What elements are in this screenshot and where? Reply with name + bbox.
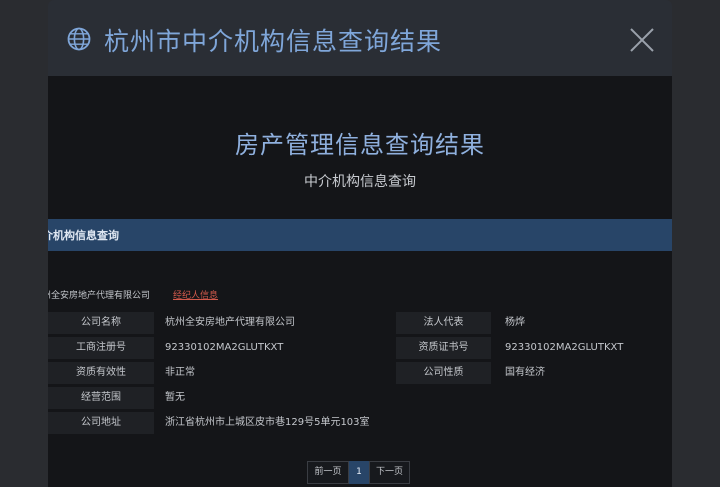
- label-legal-rep: 法人代表: [396, 312, 491, 334]
- agent-info-link[interactable]: 经纪人信息: [173, 288, 218, 301]
- modal-body: 房产管理信息查询结果 中介机构信息查询 介机构信息查询 州全安房地产代理有限公司…: [48, 76, 672, 487]
- main-title: 房产管理信息查询结果: [235, 131, 485, 159]
- backdrop-left: [0, 0, 48, 487]
- value-company-name: 杭州全安房地产代理有限公司: [165, 317, 295, 328]
- modal-title: 杭州市中介机构信息查询结果: [104, 27, 443, 56]
- value-company-type: 国有经济: [505, 367, 545, 378]
- globe-icon: [67, 27, 91, 51]
- sub-title: 中介机构信息查询: [304, 174, 416, 190]
- company-name-line: 州全安房地产代理有限公司: [48, 291, 151, 301]
- value-registration-no: 92330102MA2GLUTKXT: [165, 342, 284, 353]
- value-business-scope: 暂无: [165, 392, 185, 403]
- label-registration-no: 工商注册号: [48, 337, 154, 359]
- value-legal-rep: 杨烨: [505, 317, 525, 328]
- backdrop-right: [672, 0, 720, 487]
- value-company-address: 浙江省杭州市上城区皮市巷129号5单元103室: [165, 417, 370, 428]
- label-company-type: 公司性质: [396, 362, 491, 384]
- value-qualification-validity: 非正常: [165, 367, 195, 378]
- label-business-scope: 经营范围: [48, 387, 154, 409]
- modal-header: 杭州市中介机构信息查询结果: [48, 0, 672, 76]
- page-1-button[interactable]: 1: [349, 461, 369, 484]
- label-company-address: 公司地址: [48, 412, 154, 434]
- label-certificate-no: 资质证书号: [396, 337, 491, 359]
- label-qualification-validity: 资质有效性: [48, 362, 154, 384]
- close-icon[interactable]: [628, 26, 656, 54]
- prev-page-button[interactable]: 前一页: [307, 461, 349, 484]
- section-header-bar: 介机构信息查询: [48, 219, 672, 251]
- label-company-name: 公司名称: [48, 312, 154, 334]
- value-certificate-no: 92330102MA2GLUTKXT: [505, 342, 624, 353]
- next-page-button[interactable]: 下一页: [369, 461, 410, 484]
- section-header-label: 介机构信息查询: [48, 229, 119, 242]
